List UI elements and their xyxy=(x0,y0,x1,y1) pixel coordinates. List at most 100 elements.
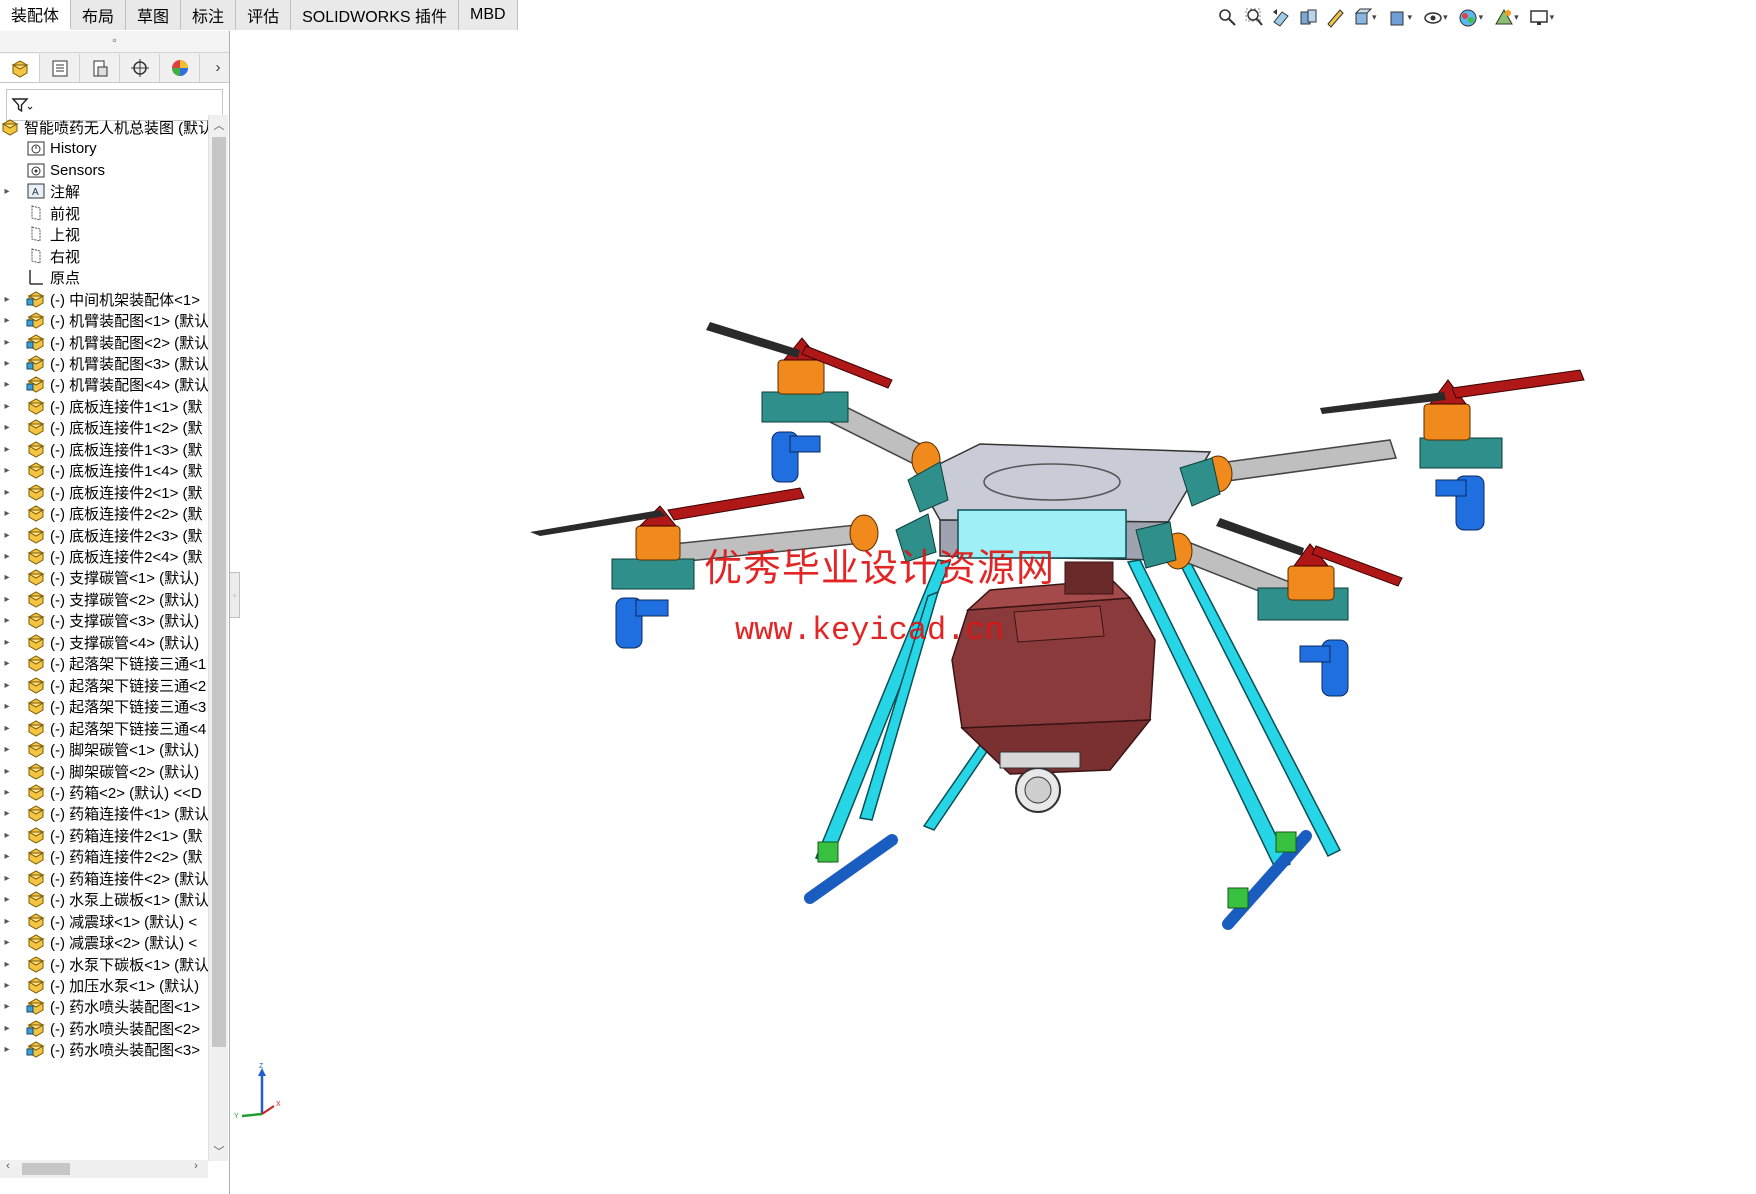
spray-tank[interactable] xyxy=(951,561,1156,813)
tree-item[interactable]: ▸ (-) 机臂装配图<4> (默认 xyxy=(0,372,208,396)
expand-arrow-icon[interactable]: ▸ xyxy=(0,851,14,862)
scroll-thumb[interactable] xyxy=(212,137,226,1047)
expand-arrow-icon[interactable]: ▸ xyxy=(0,315,14,326)
tab-6[interactable]: MBD xyxy=(459,0,518,30)
expand-arrow-icon[interactable]: ▸ xyxy=(0,894,14,905)
expand-arrow-icon[interactable]: ▸ xyxy=(0,401,14,412)
tree-item[interactable]: ▸ (-) 药箱连接件2<2> (默 xyxy=(0,844,208,868)
tree-item[interactable]: ▸ (-) 起落架下链接三通<1 xyxy=(0,651,208,675)
expand-arrow-icon[interactable]: ▸ xyxy=(0,723,14,734)
expand-arrow-icon[interactable]: ▸ xyxy=(0,680,14,691)
tree-item[interactable]: History xyxy=(0,136,208,160)
chevron-down-icon[interactable]: ▾ xyxy=(1479,12,1484,23)
expand-arrow-icon[interactable]: ▸ xyxy=(0,980,14,991)
expand-arrow-icon[interactable]: ▸ xyxy=(0,873,14,884)
tree-item[interactable]: ▸ (-) 支撑碳管<1> (默认) xyxy=(0,565,208,589)
view-settings-icon[interactable] xyxy=(1528,6,1551,29)
tab-2[interactable]: 草图 xyxy=(126,0,182,30)
expand-arrow-icon[interactable]: ▸ xyxy=(0,294,14,305)
expand-arrow-icon[interactable]: ▸ xyxy=(0,916,14,927)
previous-view-icon[interactable] xyxy=(1269,6,1292,29)
tree-item[interactable]: ▸ A 注解 xyxy=(0,179,208,203)
expand-arrow-icon[interactable]: ▸ xyxy=(0,637,14,648)
scroll-up-icon[interactable]: ︿ xyxy=(209,117,229,133)
expand-arrow-icon[interactable]: ▸ xyxy=(0,487,14,498)
tree-vertical-scrollbar[interactable]: ︿ ﹀ xyxy=(208,115,228,1161)
expand-arrow-icon[interactable]: ▸ xyxy=(0,1001,14,1012)
view-orientation-icon[interactable] xyxy=(1350,6,1373,29)
expand-arrow-icon[interactable]: ▸ xyxy=(0,594,14,605)
expand-arrow-icon[interactable]: ▸ xyxy=(0,959,14,970)
property-manager-icon[interactable] xyxy=(40,53,80,82)
tree-item[interactable]: ▸ (-) 减震球<2> (默认) < xyxy=(0,930,208,954)
chevron-down-icon[interactable]: ▾ xyxy=(1372,12,1377,23)
scroll-down-icon[interactable]: ﹀ xyxy=(209,1143,229,1159)
expand-arrow-icon[interactable]: ▸ xyxy=(0,808,14,819)
expand-arrow-icon[interactable]: ▸ xyxy=(0,379,14,390)
tab-0[interactable]: 装配体 xyxy=(0,0,72,30)
tree-item[interactable]: ▸ (-) 支撑碳管<3> (默认) xyxy=(0,608,208,632)
expand-arrow-icon[interactable]: ▸ xyxy=(0,658,14,669)
expand-arrow-icon[interactable]: ▸ xyxy=(0,701,14,712)
display-manager-icon[interactable] xyxy=(160,53,200,82)
chevron-down-icon[interactable]: ▾ xyxy=(1550,12,1555,23)
rotor-back-left[interactable] xyxy=(706,322,893,483)
expand-arrow-icon[interactable]: ▸ xyxy=(0,465,14,476)
tab-1[interactable]: 布局 xyxy=(71,0,127,30)
pane-collapse-handle[interactable]: ◦ xyxy=(230,572,240,618)
hide-show-items-icon[interactable] xyxy=(1421,6,1444,29)
display-style-icon[interactable] xyxy=(1386,6,1409,29)
pane-grip[interactable]: ⚬ xyxy=(0,31,229,53)
tree-item[interactable]: ▸ (-) 底板连接件1<2> (默 xyxy=(0,415,208,439)
tree-item[interactable]: ▸ (-) 药水喷头装配图<3> xyxy=(0,1037,208,1061)
section-view-icon[interactable] xyxy=(1296,6,1319,29)
expand-arrow-icon[interactable]: ▸ xyxy=(0,766,14,777)
tree-horizontal-scrollbar[interactable]: ‹ › xyxy=(0,1160,208,1178)
expand-arrow-icon[interactable]: ▸ xyxy=(0,787,14,798)
tab-4[interactable]: 评估 xyxy=(236,0,292,30)
tree-item[interactable]: ▸ (-) 脚架碳管<1> (默认) xyxy=(0,737,208,761)
tree-item[interactable]: ▸ (-) 起落架下链接三通<3 xyxy=(0,694,208,718)
dimxpert-icon[interactable] xyxy=(120,53,160,82)
scroll-right-icon[interactable]: › xyxy=(190,1160,202,1172)
tree-item[interactable]: 上视 xyxy=(0,222,208,246)
apply-scene-icon[interactable] xyxy=(1492,6,1515,29)
tab-3[interactable]: 标注 xyxy=(181,0,237,30)
tree-item[interactable]: ▸ (-) 底板连接件2<2> (默 xyxy=(0,501,208,525)
tree-item[interactable]: ▸ (-) 底板连接件1<4> (默 xyxy=(0,458,208,482)
scroll-thumb-horizontal[interactable] xyxy=(22,1163,70,1175)
edit-appearance-icon[interactable] xyxy=(1457,6,1480,29)
tree-item[interactable]: ▸ (-) 水泵上碳板<1> (默认 xyxy=(0,887,208,911)
chevron-down-icon[interactable]: ▾ xyxy=(1408,12,1413,23)
expand-arrow-icon[interactable]: ▸ xyxy=(0,937,14,948)
expand-arrow-icon[interactable]: ▸ xyxy=(0,830,14,841)
expand-arrow-icon[interactable]: ▸ xyxy=(0,530,14,541)
feature-manager-icon[interactable] xyxy=(0,53,40,82)
dynamic-annotation-icon[interactable] xyxy=(1323,6,1346,29)
chevron-down-icon[interactable]: ▾ xyxy=(1514,12,1519,23)
configuration-manager-icon[interactable] xyxy=(80,53,120,82)
scroll-left-icon[interactable]: ‹ xyxy=(2,1160,14,1172)
expand-arrow-icon[interactable]: ▸ xyxy=(0,744,14,755)
expand-arrow-icon[interactable]: ▸ xyxy=(0,1044,14,1055)
graphics-area[interactable]: 优秀毕业设计资源网 www.keyicad.cn xyxy=(241,31,1756,1194)
tree-item[interactable]: ▸ (-) 药水喷头装配图<1> xyxy=(0,994,208,1018)
expand-arrow-icon[interactable]: ▸ xyxy=(0,337,14,348)
expand-arrow-icon[interactable]: ▸ xyxy=(0,358,14,369)
expand-arrow-icon[interactable]: ▸ xyxy=(0,186,14,197)
expand-arrow-icon[interactable]: ▸ xyxy=(0,551,14,562)
expand-arrow-icon[interactable]: ▸ xyxy=(0,508,14,519)
expand-arrow-icon[interactable]: ▸ xyxy=(0,572,14,583)
expand-arrow-icon[interactable]: ▸ xyxy=(0,444,14,455)
tree-item[interactable]: ▸ (-) 机臂装配图<1> (默认 xyxy=(0,308,208,332)
chevron-down-icon[interactable]: ▾ xyxy=(1443,12,1448,23)
expand-arrow-icon[interactable]: ▸ xyxy=(0,1023,14,1034)
tree-item[interactable]: ▸ (-) 药箱连接件<1> (默认 xyxy=(0,801,208,825)
tree-item[interactable]: 原点 xyxy=(0,265,208,289)
expand-arrow-icon[interactable]: ▸ xyxy=(0,422,14,433)
expand-arrow-icon[interactable]: ▸ xyxy=(0,615,14,626)
zoom-to-fit-icon[interactable] xyxy=(1215,6,1238,29)
tab-5[interactable]: SOLIDWORKS 插件 xyxy=(291,0,459,30)
zoom-to-area-icon[interactable] xyxy=(1242,6,1265,29)
chevron-right-icon[interactable]: › xyxy=(207,59,229,76)
